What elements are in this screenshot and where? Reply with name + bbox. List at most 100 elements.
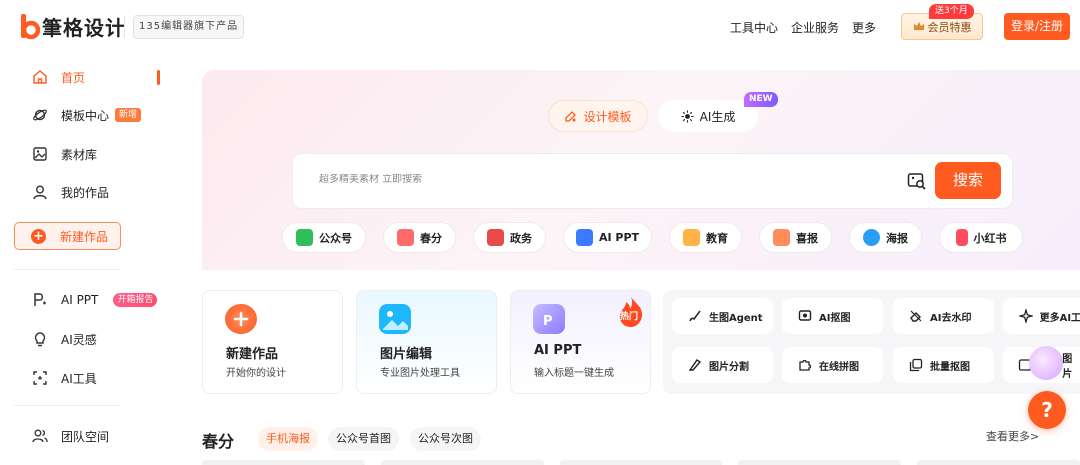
calendar-icon xyxy=(397,229,414,246)
planet-icon xyxy=(31,106,49,124)
logo[interactable]: 筆格设计 xyxy=(20,12,126,41)
scan-icon xyxy=(31,369,49,387)
team-icon xyxy=(31,427,49,445)
card-image-edit[interactable]: 图片编辑 专业图片处理工具 xyxy=(356,290,497,394)
tool-label: 在线拼图 xyxy=(819,361,859,373)
puzzle-icon xyxy=(797,357,813,373)
search-input[interactable] xyxy=(319,174,879,185)
category-chip-education[interactable]: 教育 xyxy=(669,222,742,253)
sidebar-item-team-space[interactable]: 团队空间 xyxy=(14,422,164,450)
help-button[interactable]: ? xyxy=(1028,391,1066,429)
sidebar: 首页 模板中心 新增 素材库 我的作品 + 新建作品 AI PPT 开箱报告 A… xyxy=(0,56,180,465)
sidebar-item-templates[interactable]: 模板中心 新增 xyxy=(14,101,164,129)
tool-batch-cutout[interactable]: 批量抠图 xyxy=(893,347,994,383)
hot-label: 热门 xyxy=(620,312,639,322)
view-more-link[interactable]: 查看更多> xyxy=(986,428,1039,444)
graduation-icon xyxy=(683,229,700,246)
category-chip-wechat[interactable]: 公众号 xyxy=(282,222,366,253)
brush-icon xyxy=(687,308,703,324)
template-thumbnail[interactable] xyxy=(917,460,1080,465)
tab-label: AI生成 xyxy=(699,109,736,124)
ppt-icon xyxy=(31,291,49,309)
login-register-button[interactable]: 登录/注册 xyxy=(1004,13,1070,40)
new-work-button[interactable]: + 新建作品 xyxy=(14,222,121,250)
tool-more-ai[interactable]: 更多AI工 xyxy=(1003,298,1080,334)
section-tab-wechat-cover[interactable]: 公众号首图 xyxy=(328,427,399,451)
category-chip-government[interactable]: 政务 xyxy=(473,222,546,253)
card-title: 新建作品 xyxy=(226,347,279,362)
sidebar-item-label: 团队空间 xyxy=(61,429,110,444)
template-thumbnails xyxy=(202,460,1080,465)
template-thumbnail[interactable] xyxy=(738,460,902,465)
vip-label: 会员特惠 xyxy=(927,20,972,34)
sidebar-item-label: 模板中心 xyxy=(61,108,110,123)
section-tab-wechat-secondary[interactable]: 公众号次图 xyxy=(410,427,481,451)
tool-label: 更多AI工 xyxy=(1039,312,1080,324)
sidebar-divider xyxy=(14,405,120,406)
section-title: 春分 xyxy=(202,432,235,451)
sidebar-item-ai-ppt[interactable]: AI PPT 开箱报告 xyxy=(14,286,164,314)
new-work-label: 新建作品 xyxy=(60,229,109,244)
tool-ai-remove-watermark[interactable]: AI去水印 xyxy=(893,298,994,334)
image-edit-icon xyxy=(379,304,411,334)
wave-icon xyxy=(863,229,880,246)
eraser-icon xyxy=(908,308,924,324)
vip-promo-badge: 送3个月 xyxy=(929,4,974,19)
category-chip-ai-ppt[interactable]: AI PPT xyxy=(563,222,652,253)
tab-design-templates[interactable]: 设计模板 xyxy=(548,100,648,132)
tool-label: 批量抠图 xyxy=(930,361,970,373)
category-label: AI PPT xyxy=(598,231,640,244)
nav-enterprise[interactable]: 企业服务 xyxy=(791,19,839,36)
gift-float-icon[interactable] xyxy=(1029,346,1063,380)
hot-flame-badge: 热门 xyxy=(617,296,645,328)
sidebar-item-my-works[interactable]: 我的作品 xyxy=(14,178,164,206)
template-thumbnail[interactable] xyxy=(380,460,544,465)
sparkle-icon xyxy=(1018,308,1034,324)
tab-ai-generate[interactable]: AI生成 xyxy=(658,100,758,132)
batch-icon xyxy=(908,357,924,373)
card-description: 输入标题一键生成 xyxy=(534,368,614,379)
tool-online-collage[interactable]: 在线拼图 xyxy=(782,347,883,383)
sub-brand-label[interactable]: 135编辑器旗下产品 xyxy=(133,15,245,39)
category-label: 春分 xyxy=(420,231,442,245)
ppt-file-icon xyxy=(575,229,593,246)
sidebar-item-home[interactable]: 首页 xyxy=(14,63,164,91)
thumbs-up-icon xyxy=(773,229,790,246)
image-search-icon[interactable] xyxy=(907,171,927,191)
template-thumbnail[interactable] xyxy=(202,460,365,465)
category-label: 喜报 xyxy=(796,231,818,245)
report-tag-badge: 开箱报告 xyxy=(113,293,158,307)
book-icon xyxy=(487,229,504,246)
tool-ai-cutout[interactable]: AI抠图 xyxy=(782,298,883,334)
tool-image-split[interactable]: 图片分割 xyxy=(672,347,773,383)
category-label: 教育 xyxy=(706,231,728,245)
category-label: 海报 xyxy=(886,231,908,245)
category-label: 政务 xyxy=(510,231,532,245)
nav-tool-center[interactable]: 工具中心 xyxy=(730,19,778,36)
sidebar-item-ai-inspiration[interactable]: AI灵感 xyxy=(14,325,164,353)
sidebar-item-ai-tools[interactable]: AI工具 xyxy=(14,364,164,392)
knife-icon xyxy=(687,357,703,373)
category-chip-good-news[interactable]: 喜报 xyxy=(759,222,832,253)
category-label: 小红书 xyxy=(973,231,1007,245)
sidebar-item-materials[interactable]: 素材库 xyxy=(14,140,164,168)
tool-image-agent[interactable]: 生图Agent xyxy=(672,298,773,334)
card-description: 开始你的设计 xyxy=(226,368,286,379)
cutout-icon xyxy=(797,308,813,324)
tool-label: AI去水印 xyxy=(930,312,972,324)
header-divider xyxy=(124,16,125,38)
search-bar: 搜索 xyxy=(292,153,1013,209)
logo-mark-icon xyxy=(20,13,40,40)
category-chip-xiaohongshu[interactable]: 小红书 xyxy=(939,222,1023,253)
active-indicator xyxy=(157,70,160,85)
category-chip-poster[interactable]: 海报 xyxy=(849,222,922,253)
section-tab-mobile-poster[interactable]: 手机海报 xyxy=(258,427,318,451)
palette-icon xyxy=(564,110,577,123)
template-thumbnail[interactable] xyxy=(559,460,723,465)
card-new-work[interactable]: 新建作品 开始你的设计 xyxy=(202,290,343,394)
category-chip-spring-equinox[interactable]: 春分 xyxy=(383,222,456,253)
search-button[interactable]: 搜索 xyxy=(935,162,1001,199)
sidebar-item-label: AI工具 xyxy=(61,371,97,386)
nav-more[interactable]: 更多 xyxy=(852,19,876,36)
home-icon xyxy=(31,68,49,86)
